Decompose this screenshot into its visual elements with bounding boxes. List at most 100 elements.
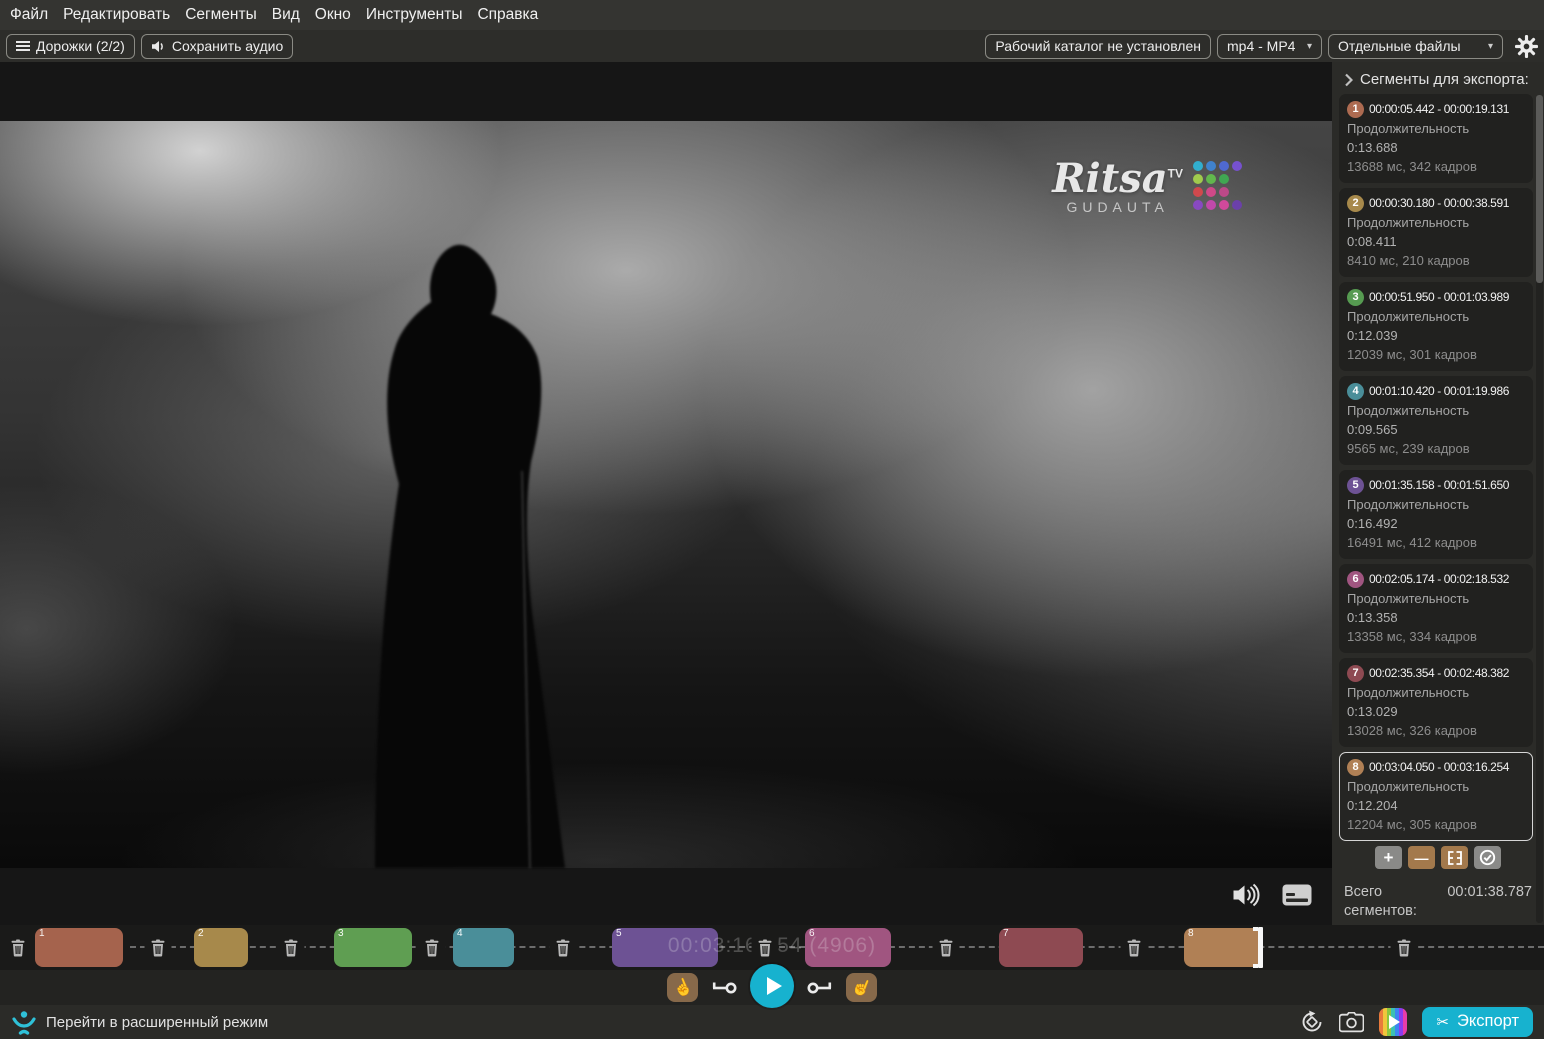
export-button[interactable]: ✂ Экспорт (1422, 1007, 1533, 1037)
advanced-mode-link[interactable]: Перейти в расширенный режим (11, 1010, 268, 1035)
menu-view[interactable]: Вид (271, 4, 301, 26)
convert-format-button[interactable] (1379, 1008, 1407, 1036)
prev-keyframe-button[interactable] (711, 981, 737, 995)
segment-duration: 0:12.039 (1347, 326, 1525, 345)
menu-edit[interactable]: Редактировать (62, 4, 171, 26)
video-frame[interactable]: RitsaTV GUDAUTA (0, 121, 1332, 868)
watermark-dot (1232, 200, 1242, 210)
trash-icon[interactable] (419, 937, 446, 958)
output-mode-select[interactable]: Отдельные файлы ▾ (1328, 34, 1503, 59)
segment-card-3[interactable]: 300:00:51.950 - 00:01:03.989 Продолжител… (1339, 282, 1533, 371)
settings-button[interactable] (1515, 35, 1538, 58)
segment-badge: 8 (1347, 759, 1364, 776)
person-icon (11, 1010, 37, 1035)
trash-icon[interactable] (5, 937, 32, 958)
panel-title: Сегменты для экспорта: (1360, 71, 1529, 88)
segment-duration: 0:13.688 (1347, 138, 1525, 157)
trash-icon[interactable] (145, 937, 172, 958)
chevron-right-icon[interactable] (1344, 73, 1353, 87)
add-segment-button[interactable]: + (1375, 846, 1402, 869)
rotate-button[interactable] (1300, 1010, 1324, 1034)
watermark-dot (1206, 187, 1216, 197)
next-keyframe-button[interactable] (807, 981, 833, 995)
chevron-down-icon: ▾ (1488, 41, 1493, 52)
total-segments-label: Всего сегментов: (1344, 883, 1428, 921)
split-segment-button[interactable] (1441, 846, 1468, 869)
rotate-icon (1300, 1010, 1324, 1034)
captions-icon[interactable] (1282, 884, 1312, 906)
tracks-button[interactable]: Дорожки (2/2) (6, 34, 135, 59)
trash-icon[interactable] (1121, 937, 1148, 958)
export-segments-panel: Сегменты для экспорта: 100:00:05.442 - 0… (1332, 62, 1544, 925)
watermark-dot (1219, 200, 1229, 210)
trash-icon[interactable] (933, 937, 960, 958)
screenshot-button[interactable] (1339, 1012, 1364, 1033)
video-player[interactable]: RitsaTV GUDAUTA (0, 62, 1332, 925)
trash-icon[interactable] (752, 937, 779, 958)
segment-duration: 0:09.565 (1347, 420, 1525, 439)
menu-file[interactable]: Файл (9, 4, 49, 26)
watermark-dot (1193, 161, 1203, 171)
segment-card-1[interactable]: 100:00:05.442 - 00:00:19.131 Продолжител… (1339, 94, 1533, 183)
segment-range: 00:03:04.050 - 00:03:16.254 (1369, 758, 1509, 777)
watermark-dot (1219, 174, 1229, 184)
menu-segments[interactable]: Сегменты (184, 4, 258, 26)
timeline-segment-8[interactable]: 8 (1184, 928, 1262, 967)
timeline-segment-3[interactable]: 3 (334, 928, 412, 967)
menu-bar: Файл Редактировать Сегменты Вид Окно Инс… (0, 0, 1544, 30)
segment-card-5[interactable]: 500:01:35.158 - 00:01:51.650 Продолжител… (1339, 470, 1533, 559)
trash-icon[interactable] (1391, 937, 1418, 958)
segment-range: 00:00:51.950 - 00:01:03.989 (1369, 288, 1509, 307)
timeline-segment-4[interactable]: 4 (453, 928, 514, 967)
duration-label: Продолжительность (1347, 589, 1525, 608)
save-audio-button[interactable]: Сохранить аудио (141, 34, 293, 59)
segment-range: 00:02:35.354 - 00:02:48.382 (1369, 664, 1509, 683)
menu-window[interactable]: Окно (314, 4, 352, 26)
timeline-segment-7[interactable]: 7 (999, 928, 1083, 967)
menu-tools[interactable]: Инструменты (365, 4, 464, 26)
watermark-dot (1193, 200, 1203, 210)
total-segments-value: 00:01:38.787 (1447, 883, 1532, 921)
timeline-segment-number: 7 (1003, 928, 1009, 939)
segment-range: 00:00:30.180 - 00:00:38.591 (1369, 194, 1509, 213)
timeline-segment-number: 8 (1188, 928, 1194, 939)
timeline-segment-2[interactable]: 2 (194, 928, 248, 967)
timeline-segment-number: 5 (616, 928, 622, 939)
select-segments-button[interactable] (1474, 846, 1501, 869)
segment-card-4[interactable]: 400:01:10.420 - 00:01:19.986 Продолжител… (1339, 376, 1533, 465)
play-button[interactable] (750, 964, 794, 1008)
menu-help[interactable]: Справка (476, 4, 539, 26)
watermark-dot (1206, 161, 1216, 171)
timeline-segment-6[interactable]: 6 (805, 928, 891, 967)
jump-cut-end-button[interactable]: ☝ (846, 973, 877, 1002)
status-bar: Перейти в расширенный режим ✂ Экспорт (0, 1005, 1544, 1039)
watermark-dot (1232, 161, 1242, 171)
sidebar-scrollbar-thumb[interactable] (1536, 95, 1543, 283)
remove-segment-button[interactable]: — (1408, 846, 1435, 869)
timeline-segment-1[interactable]: 1 (35, 928, 123, 967)
output-mode-value: Отдельные файлы (1338, 38, 1461, 54)
segment-card-8[interactable]: 800:03:04.050 - 00:03:16.254 Продолжител… (1339, 752, 1533, 841)
timeline-segment-number: 2 (198, 928, 204, 939)
segment-badge: 4 (1347, 383, 1364, 400)
duration-label: Продолжительность (1347, 119, 1525, 138)
trash-icon[interactable] (550, 937, 577, 958)
save-audio-label: Сохранить аудио (172, 38, 283, 54)
segment-card-2[interactable]: 200:00:30.180 - 00:00:38.591 Продолжител… (1339, 188, 1533, 277)
segment-card-7[interactable]: 700:02:35.354 - 00:02:48.382 Продолжител… (1339, 658, 1533, 747)
working-dir-button[interactable]: Рабочий каталог не установлен (985, 34, 1211, 59)
playhead[interactable] (1258, 927, 1263, 968)
timeline-segment-5[interactable]: 5 (612, 928, 718, 967)
segment-details: 8410 мс, 210 кадров (1347, 251, 1525, 270)
duration-label: Продолжительность (1347, 401, 1525, 420)
segment-card-6[interactable]: 600:02:05.174 - 00:02:18.532 Продолжител… (1339, 564, 1533, 653)
watermark-dot (1193, 187, 1203, 197)
check-circle-icon (1479, 849, 1496, 866)
volume-icon[interactable] (1231, 882, 1262, 908)
segment-duration: 0:13.029 (1347, 702, 1525, 721)
format-select[interactable]: mp4 - MP4 (M ▾ (1217, 34, 1322, 59)
trash-icon[interactable] (278, 937, 305, 958)
jump-cut-start-button[interactable]: ☝ (667, 973, 698, 1002)
sidebar-scrollbar[interactable] (1536, 95, 1543, 923)
segment-duration: 0:08.411 (1347, 232, 1525, 251)
